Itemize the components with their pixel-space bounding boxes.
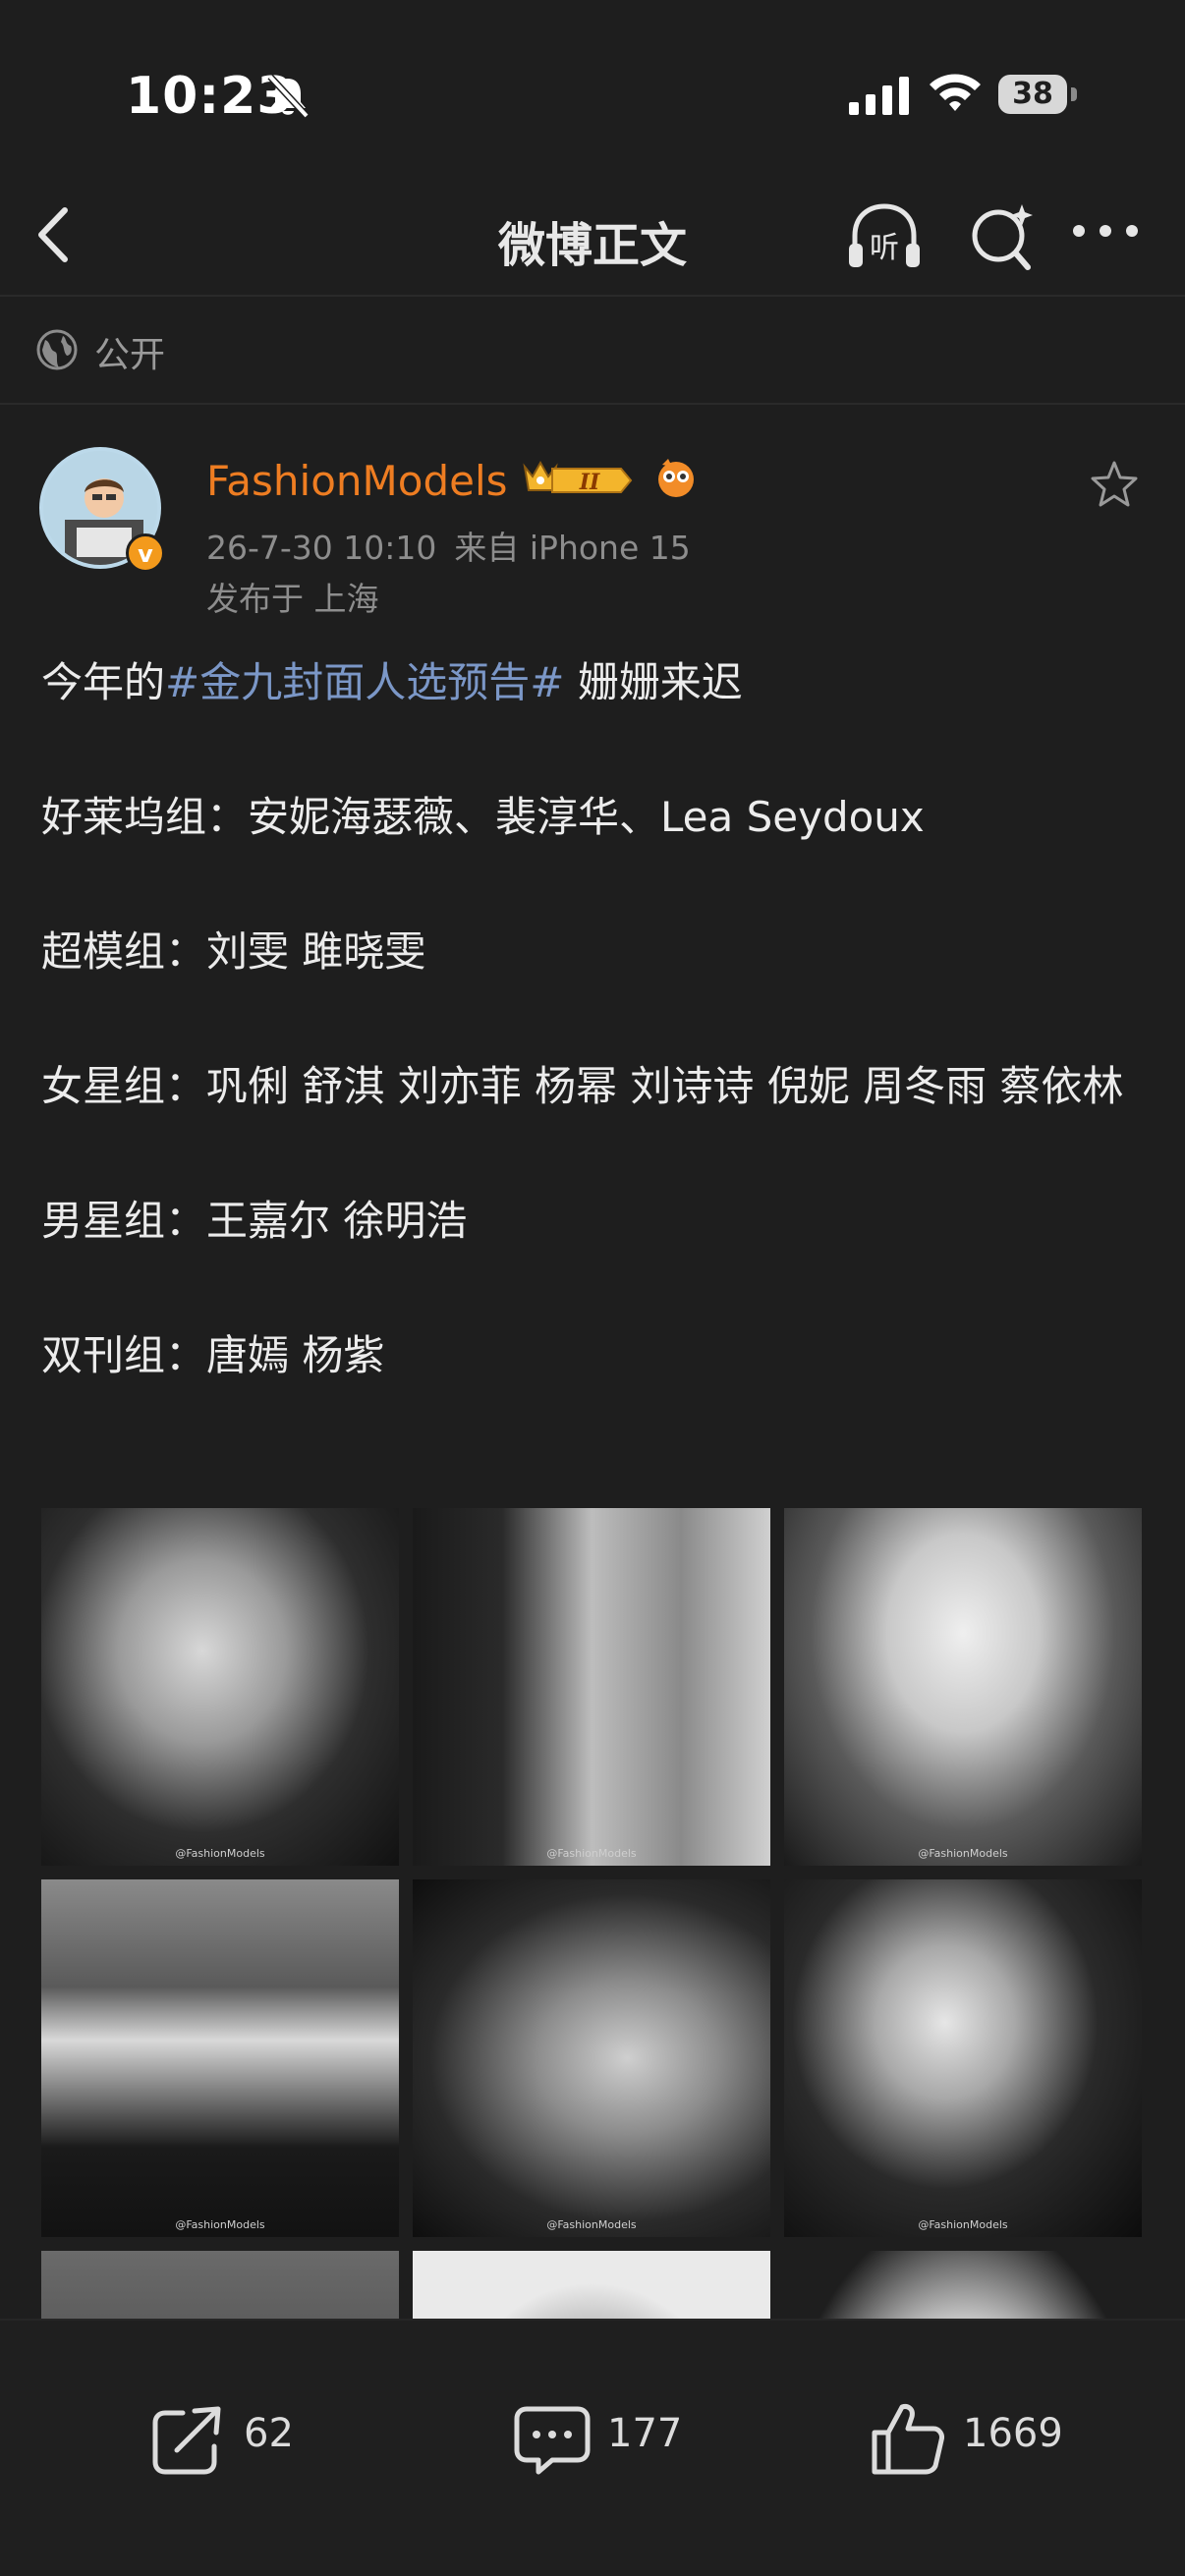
verified-badge: v [126,533,165,573]
divider [0,295,1185,297]
post-image[interactable] [784,2251,1142,2319]
post-image[interactable]: @FashionModels [784,1879,1142,2237]
bell-slash-icon [267,74,310,119]
member-badge-icon: II [523,459,694,497]
group-line: 好莱坞组：安妮海瑟薇、裴淳华、Lea Seydoux [41,793,925,841]
post-image[interactable]: @FashionModels [413,1879,770,2237]
group-line: 双刊组：唐嫣 杨紫 [41,1331,385,1379]
post-image[interactable] [413,2251,770,2319]
repost-button[interactable]: 62 [149,2399,307,2478]
group-line: 男星组：王嘉尔 徐明浩 [41,1197,468,1245]
post-image[interactable]: @FashionModels [41,1879,399,2237]
badge-level: II [579,470,600,495]
like-button[interactable]: 1669 [869,2399,1065,2478]
nav-bar: 微博正文 听 [0,177,1185,295]
visibility-label: 公开 [94,335,166,375]
globe-icon [36,329,78,370]
intro-text: 今年的 [41,658,166,706]
image-watermark: @FashionModels [546,1847,637,1860]
repost-icon [152,2406,221,2475]
more-icon[interactable] [1071,216,1140,246]
divider [0,403,1185,405]
post-meta: 26-7-30 10:10 来自 iPhone 15 [206,522,708,569]
image-watermark: @FashionModels [175,1847,265,1860]
search-icon[interactable] [965,198,1040,277]
favorite-star-icon[interactable] [1089,459,1140,510]
post-image[interactable]: @FashionModels [41,1508,399,1866]
comment-icon [514,2406,591,2475]
listen-icon[interactable]: 听 [843,196,926,279]
post-date: 26-7-30 10:10 [206,529,437,567]
post-location: 发布于 上海 [206,580,379,618]
post-image[interactable]: @FashionModels [413,1508,770,1866]
post-header: v FashionModels II 26-7-30 10:10 来自 iPhon… [39,447,1150,624]
like-count: 1669 [963,2411,1063,2456]
image-watermark: @FashionModels [546,2218,637,2231]
listen-glyph: 听 [870,231,899,265]
repost-count: 62 [244,2411,294,2456]
battery-indicator: 38 [998,75,1077,114]
intro-suffix: 姗姗来迟 [564,658,743,706]
post-image[interactable] [41,2251,399,2319]
image-watermark: @FashionModels [175,2218,265,2231]
comment-button[interactable]: 177 [513,2399,690,2478]
action-bar: 62 177 1669 [0,2319,1185,2576]
post-body: 今年的#金九封面人选预告# 姗姗来迟 好莱坞组：安妮海瑟薇、裴淳华、Lea Se… [41,648,1142,1390]
battery-level: 38 [1012,77,1053,111]
post-source: 来自 iPhone 15 [454,529,691,567]
group-line: 女星组：巩俐 舒淇 刘亦菲 杨幂 刘诗诗 倪妮 周冬雨 蔡依林 [41,1062,1124,1110]
image-watermark: @FashionModels [918,2218,1008,2231]
post-intro: 今年的#金九封面人选预告# 姗姗来迟 [41,648,1142,717]
wifi-icon [930,74,981,111]
signal-icon [849,77,909,115]
author-name[interactable]: FashionModels [206,457,508,505]
image-watermark: @FashionModels [918,1847,1008,1860]
topic-link[interactable]: #金九封面人选预告# [165,658,564,706]
comment-count: 177 [607,2411,683,2456]
thumbs-up-icon [872,2404,944,2475]
status-bar: 10:23 38 [0,0,1185,177]
image-grid: @FashionModels @FashionModels @FashionMo… [41,1508,1144,2319]
post-image[interactable]: @FashionModels [784,1508,1142,1866]
group-line: 超模组：刘雯 雎晓雯 [41,927,426,976]
